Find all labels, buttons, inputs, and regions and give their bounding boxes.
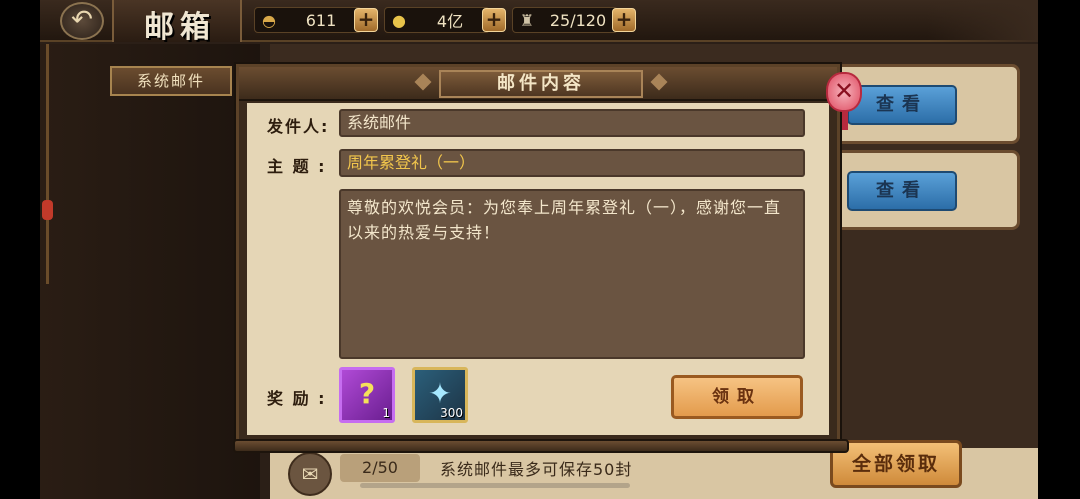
dialog-header: 邮件内容	[239, 67, 837, 101]
mail-count: 2/50	[340, 454, 420, 482]
diamond-ornament	[414, 73, 432, 91]
dialog-title: 邮件内容	[439, 70, 643, 98]
gold-value: 611	[305, 10, 337, 30]
view-mail-button[interactable]: 查看	[847, 171, 957, 211]
reward-item[interactable]: ✦ 300	[412, 367, 468, 423]
reward-label: 奖 励 :	[267, 389, 327, 408]
back-arrow-icon: ↶	[71, 5, 93, 35]
close-dialog-button[interactable]: ✕	[826, 72, 862, 112]
resource-stamina: ♜ 25/120	[512, 7, 618, 33]
title-plate: 邮箱	[112, 0, 242, 45]
add-gold-button[interactable]: +	[354, 8, 378, 32]
reward-count: 300	[440, 406, 463, 420]
hanging-rope	[46, 44, 49, 284]
reward-count: 1	[382, 406, 390, 420]
add-stamina-button[interactable]: +	[612, 8, 636, 32]
close-icon: ✕	[833, 77, 855, 105]
claim-button[interactable]: 领取	[671, 375, 803, 419]
subject-label: 主 题 :	[267, 157, 327, 176]
mail-card: 查看	[830, 150, 1020, 230]
page-title: 邮箱	[144, 10, 216, 45]
resource-gold: ◓ 611	[254, 7, 362, 33]
dialog-scroll-rod	[233, 439, 849, 453]
game-screen: ↶ 邮箱 ◓ 611 + ● 4亿 + ♜ 25/120 + 系统邮件 查看 查…	[40, 0, 1038, 499]
resource-coin: ● 4亿	[384, 7, 490, 33]
reward-item[interactable]: ? 1	[339, 367, 395, 423]
tassel-ornament	[42, 200, 53, 220]
collect-all-button[interactable]: 全部领取	[830, 440, 962, 488]
mail-icon: ✉	[288, 452, 332, 496]
mail-content-text: 尊敬的欢悦会员：为您奉上周年累登礼（一），感谢您一直以来的热爱与支持！	[339, 189, 805, 359]
subject-field: 周年累登礼（一）	[339, 149, 805, 177]
stamina-value: 25/120	[549, 10, 607, 30]
capacity-note: 系统邮件最多可保存50封	[440, 460, 633, 479]
corner-decoration	[928, 0, 1038, 42]
coin-icon: ●	[392, 10, 406, 30]
coin-value: 4亿	[436, 12, 464, 31]
back-button[interactable]: ↶	[60, 2, 104, 40]
left-panel	[40, 44, 260, 499]
mail-footer: ✉ 2/50 系统邮件最多可保存50封 全部领取	[270, 440, 1038, 499]
close-tassel	[842, 110, 848, 130]
sender-label: 发件人:	[267, 117, 330, 136]
add-coin-button[interactable]: +	[482, 8, 506, 32]
stamina-icon: ♜	[519, 10, 535, 30]
dialog-body: 发件人: 系统邮件 主 题 : 周年累登礼（一） 尊敬的欢悦会员：为您奉上周年累…	[247, 103, 829, 435]
top-bar: ↶ 邮箱 ◓ 611 + ● 4亿 + ♜ 25/120 +	[40, 0, 1038, 45]
mail-content-dialog: 邮件内容 发件人: 系统邮件 主 题 : 周年累登礼（一） 尊敬的欢悦会员：为您…	[233, 64, 849, 453]
diamond-ornament	[650, 73, 668, 91]
tab-system-mail[interactable]: 系统邮件	[110, 66, 232, 96]
sender-field: 系统邮件	[339, 109, 805, 137]
home-indicator[interactable]	[360, 483, 630, 488]
view-mail-button[interactable]: 查看	[847, 85, 957, 125]
gold-ingot-icon: ◓	[262, 10, 276, 30]
